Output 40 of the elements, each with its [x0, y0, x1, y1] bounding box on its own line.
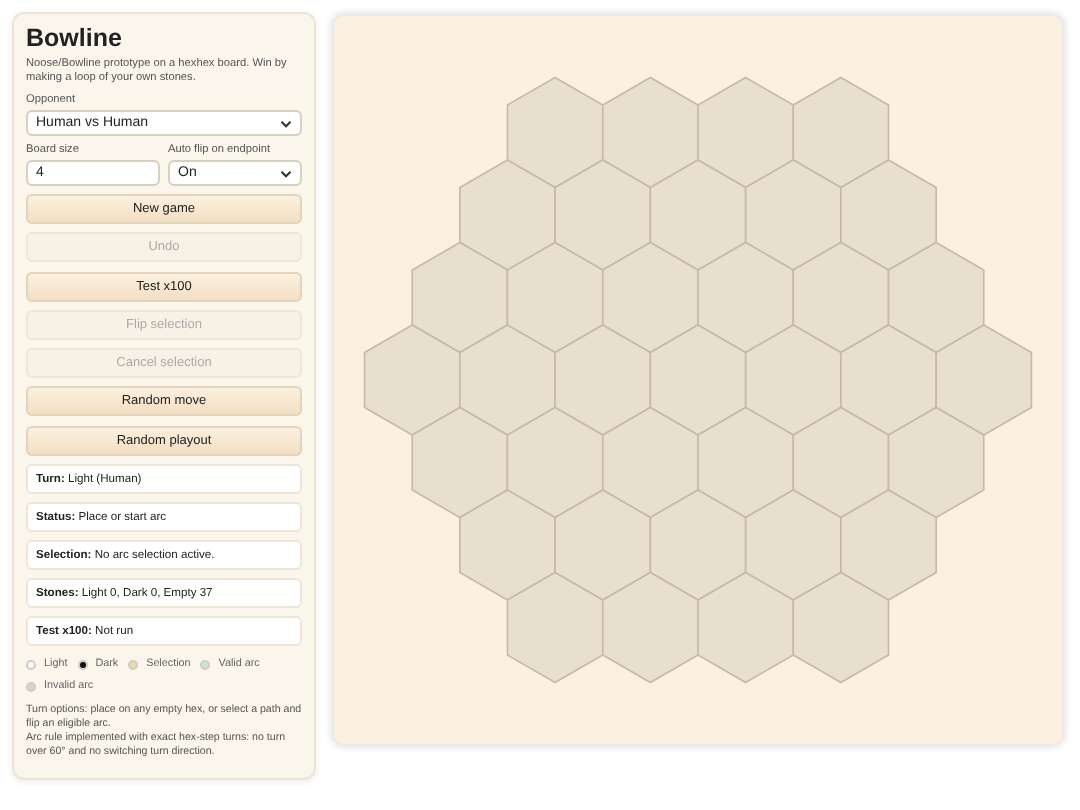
hex-cell[interactable]	[887, 406, 985, 519]
chevron-icon	[280, 169, 292, 177]
hex-cell[interactable]	[792, 76, 890, 189]
hex-cell[interactable]	[506, 571, 604, 684]
hex-cell[interactable]	[744, 489, 842, 601]
hex-cell[interactable]	[554, 159, 652, 271]
hex-cell[interactable]	[935, 324, 1033, 436]
hex-cell[interactable]	[554, 489, 652, 601]
hex-cell[interactable]	[697, 241, 795, 354]
hex-cell[interactable]	[840, 489, 937, 601]
hex-cell[interactable]	[792, 571, 890, 684]
hex-cell[interactable]	[363, 324, 461, 436]
hex-cell[interactable]	[459, 159, 556, 271]
hex-cell[interactable]	[649, 324, 747, 436]
chevron-icon	[280, 119, 292, 127]
hex-cell[interactable]	[649, 159, 747, 271]
hex-cell[interactable]	[697, 76, 795, 189]
hex-cell[interactable]	[840, 324, 937, 436]
hex-cell[interactable]	[744, 159, 842, 271]
hex-cell[interactable]	[506, 76, 604, 189]
hex-cell[interactable]	[506, 406, 604, 519]
hex-cell[interactable]	[697, 571, 795, 684]
hex-cell[interactable]	[744, 324, 842, 436]
hex-cell[interactable]	[459, 324, 556, 436]
hex-cell[interactable]	[887, 241, 985, 354]
hex-cell[interactable]	[601, 241, 699, 354]
hex-cell[interactable]	[411, 406, 509, 519]
app-title: Bowline	[26, 24, 124, 52]
hex-cell[interactable]	[506, 241, 604, 354]
hex-cell[interactable]	[697, 406, 795, 519]
hex-cell[interactable]	[601, 406, 699, 519]
hex-cell[interactable]	[459, 489, 556, 601]
hex-cell[interactable]	[840, 159, 937, 271]
hex-cell[interactable]	[649, 489, 747, 601]
hex-cell[interactable]	[601, 76, 699, 189]
hex-cell[interactable]	[601, 571, 699, 684]
hex-cell[interactable]	[554, 324, 652, 436]
hex-cell[interactable]	[792, 241, 890, 354]
hex-cell[interactable]	[411, 241, 509, 354]
hex-cell[interactable]	[792, 406, 890, 519]
